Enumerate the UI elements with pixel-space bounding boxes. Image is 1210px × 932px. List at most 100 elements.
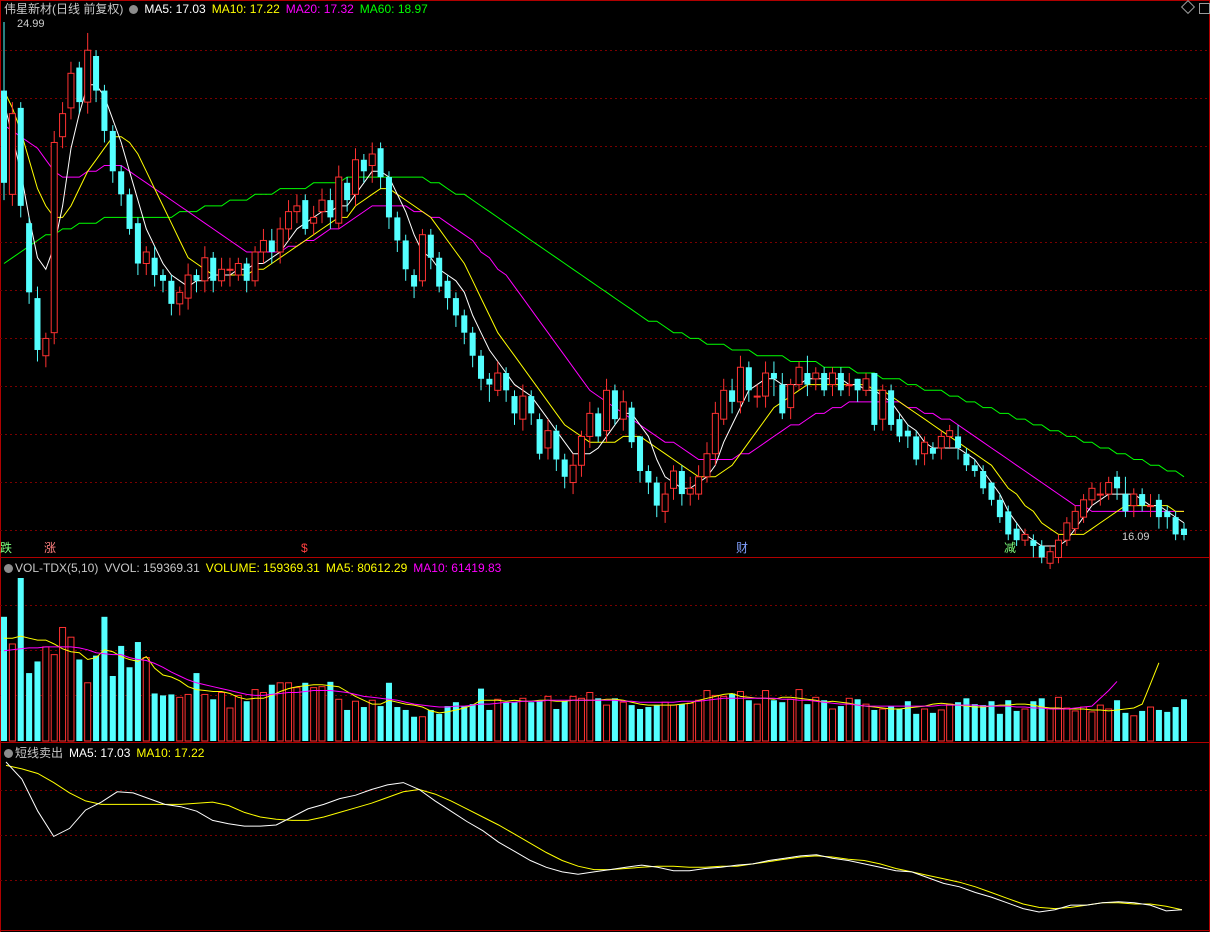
volume-bar-85 — [711, 694, 719, 742]
volume-bar-69 — [577, 697, 585, 742]
candle-body-138 — [1155, 499, 1162, 518]
volume-bar-12 — [101, 616, 108, 741]
candle-body-32 — [268, 240, 275, 252]
candle-body-89 — [745, 367, 752, 391]
settings-dot-icon[interactable] — [129, 5, 139, 14]
volume-bar-100 — [837, 706, 844, 741]
volume-bar-98 — [821, 700, 828, 741]
volume-bar-122 — [1021, 708, 1029, 742]
vol-ma5-value: MA5: 80612.29 — [325, 561, 408, 575]
ma5-line — [3, 84, 1185, 547]
candle-body-44 — [368, 153, 376, 167]
candle-body-2 — [17, 107, 24, 206]
candle-body-81 — [678, 471, 685, 495]
candle-body-111 — [929, 447, 936, 454]
volume-bar-72 — [603, 704, 611, 742]
volume-bar-29 — [243, 701, 250, 741]
volume-bar-109 — [913, 713, 920, 741]
volume-bar-47 — [394, 707, 401, 741]
marker-jian[interactable]: 减 — [1004, 542, 1016, 555]
candle-body-132 — [1105, 482, 1113, 495]
volume-bar-13 — [109, 675, 116, 741]
candle-body-36 — [302, 200, 309, 229]
candle-body-17 — [142, 251, 150, 265]
candle-body-1 — [8, 113, 16, 195]
volume-bar-16 — [134, 642, 141, 741]
candle-body-102 — [854, 378, 861, 391]
candle-body-28 — [234, 263, 242, 276]
volume-bar-43 — [360, 707, 367, 741]
candle-body-39 — [327, 200, 334, 218]
candle-body-98 — [821, 373, 828, 391]
ind-ma10-value: MA10: 17.22 — [136, 746, 205, 760]
candle-body-119 — [996, 499, 1003, 518]
volume-bar-125 — [1046, 707, 1054, 742]
volume-bar-86 — [720, 695, 728, 742]
volume-bar-97 — [812, 696, 820, 742]
volume-bar-42 — [351, 700, 360, 742]
candle-body-65 — [544, 430, 552, 449]
volume-bar-25 — [210, 699, 217, 741]
candle-body-30 — [251, 251, 259, 282]
indicator-ma5-line — [5, 761, 1183, 913]
volume-bar-128 — [1071, 710, 1079, 742]
volume-value: VOLUME: 159369.31 — [205, 561, 320, 575]
volume-bar-22 — [184, 693, 192, 742]
volume-bar-94 — [787, 698, 795, 742]
vol-settings-dot-icon[interactable] — [4, 564, 13, 573]
marker-die[interactable]: 跌 — [0, 542, 12, 555]
volume-bar-62 — [519, 697, 527, 742]
volume-bar-6 — [50, 654, 58, 742]
ma5-legend: MA5: 17.03 — [144, 2, 206, 16]
volume-bar-78 — [653, 705, 660, 741]
candle-body-86 — [720, 389, 728, 420]
volume-bar-137 — [1147, 706, 1155, 742]
candle-body-141 — [1180, 528, 1188, 535]
volume-bar-37 — [310, 687, 318, 742]
ma20-legend: MA20: 17.32 — [285, 2, 354, 16]
marker-zhang[interactable]: 涨 — [44, 542, 56, 555]
vol-indicator-name: VOL-TDX(5,10) — [15, 561, 99, 575]
candle-body-128 — [1071, 510, 1079, 530]
marker-cai[interactable]: 财 — [736, 542, 748, 555]
candle-body-10 — [84, 49, 92, 103]
candle-body-115 — [963, 453, 970, 466]
volume-bar-28 — [234, 694, 242, 742]
volume-bar-40 — [335, 698, 343, 742]
candle-body-38 — [318, 199, 326, 213]
volume-bar-10 — [84, 682, 92, 742]
volume-bar-133 — [1114, 700, 1121, 741]
candle-body-64 — [536, 419, 543, 454]
vol-ma10-value: MA10: 61419.83 — [413, 561, 502, 575]
candle-body-125 — [1046, 551, 1054, 564]
candle-body-52 — [436, 257, 443, 287]
ind-settings-dot-icon[interactable] — [4, 749, 13, 758]
candle-body-3 — [26, 223, 33, 293]
candle-body-69 — [577, 435, 585, 466]
candle-body-84 — [703, 453, 711, 478]
candle-body-99 — [828, 372, 837, 386]
volume-bar-17 — [142, 657, 150, 742]
volume-bar-46 — [385, 682, 392, 741]
marker-dollar[interactable]: $ — [301, 542, 308, 555]
volume-bar-7 — [59, 626, 67, 742]
volume-bar-92 — [770, 700, 777, 741]
volume-bar-93 — [779, 702, 786, 741]
volume-bar-77 — [645, 707, 652, 741]
candle-body-34 — [285, 211, 293, 230]
volume-bar-60 — [503, 702, 510, 741]
candle-body-0 — [0, 90, 8, 183]
volume-bar-48 — [402, 709, 409, 741]
volume-bar-64 — [536, 701, 543, 741]
candle-body-88 — [736, 366, 744, 403]
volume-bar-30 — [251, 689, 259, 742]
candle-body-126 — [1054, 539, 1062, 558]
volume-bar-79 — [661, 701, 669, 742]
volume-bar-0 — [0, 616, 8, 741]
candle-body-78 — [653, 482, 660, 506]
chart-canvas[interactable] — [0, 0, 1210, 932]
volume-bar-134 — [1122, 712, 1129, 741]
square-icon[interactable] — [1199, 3, 1210, 14]
volume-bar-112 — [937, 709, 945, 742]
candle-body-60 — [503, 373, 510, 391]
